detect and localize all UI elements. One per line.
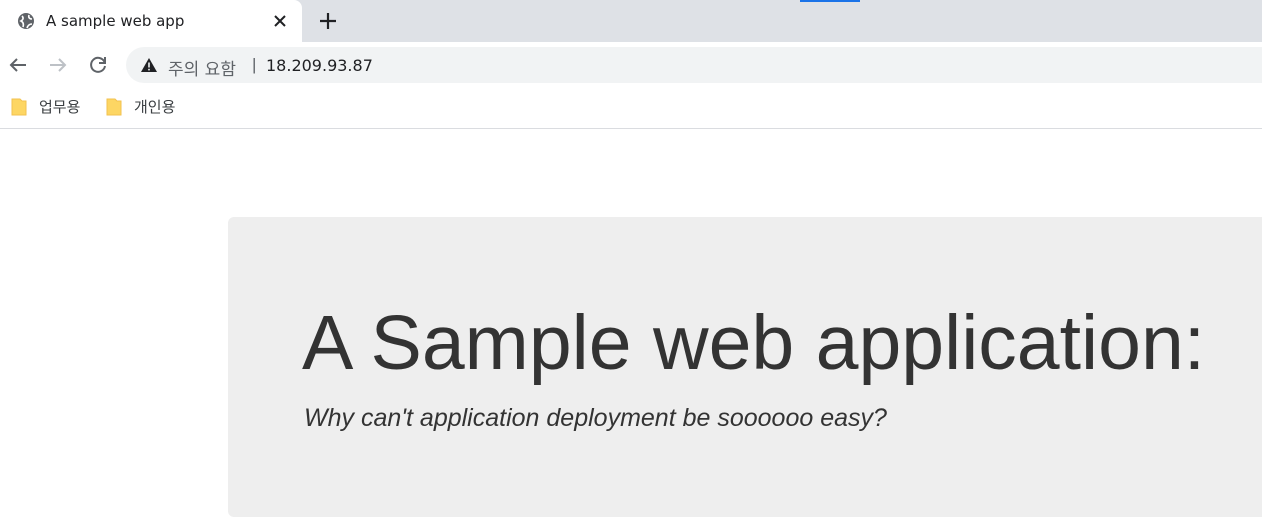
page-viewport: A Sample web application: Why can't appl… xyxy=(0,129,1262,529)
forward-arrow-icon[interactable] xyxy=(46,53,70,77)
tab-active[interactable]: A sample web app xyxy=(0,0,302,42)
bookmark-label: 업무용 xyxy=(39,98,81,116)
url-text[interactable]: 18.209.93.87 xyxy=(266,56,373,75)
new-tab-icon[interactable] xyxy=(316,9,340,33)
folder-icon xyxy=(106,98,122,116)
page-subtitle: Why can't application deployment be sooo… xyxy=(304,404,887,432)
hero-banner: A Sample web application: Why can't appl… xyxy=(228,217,1262,517)
reload-icon[interactable] xyxy=(86,53,110,77)
tab-title: A sample web app xyxy=(46,12,185,30)
close-icon[interactable] xyxy=(270,11,290,31)
tab-strip-accent xyxy=(800,0,860,2)
folder-icon xyxy=(11,98,27,116)
bookmark-folder-work[interactable]: 업무용 xyxy=(11,96,91,118)
bookmark-label: 개인용 xyxy=(134,98,176,116)
page-title: A Sample web application: xyxy=(302,300,1206,386)
address-bar[interactable]: 주의 요함 | 18.209.93.87 xyxy=(126,47,1262,83)
warning-icon[interactable] xyxy=(140,57,158,73)
tab-strip: A sample web app xyxy=(0,0,1262,42)
bookmark-folder-personal[interactable]: 개인용 xyxy=(106,96,186,118)
globe-icon xyxy=(17,12,35,30)
back-arrow-icon[interactable] xyxy=(6,53,30,77)
bookmarks-bar: 업무용 개인용 xyxy=(0,88,1262,129)
browser-toolbar: 주의 요함 | 18.209.93.87 xyxy=(0,42,1262,88)
address-separator: | xyxy=(252,55,257,74)
security-status-label[interactable]: 주의 요함 xyxy=(168,55,236,80)
